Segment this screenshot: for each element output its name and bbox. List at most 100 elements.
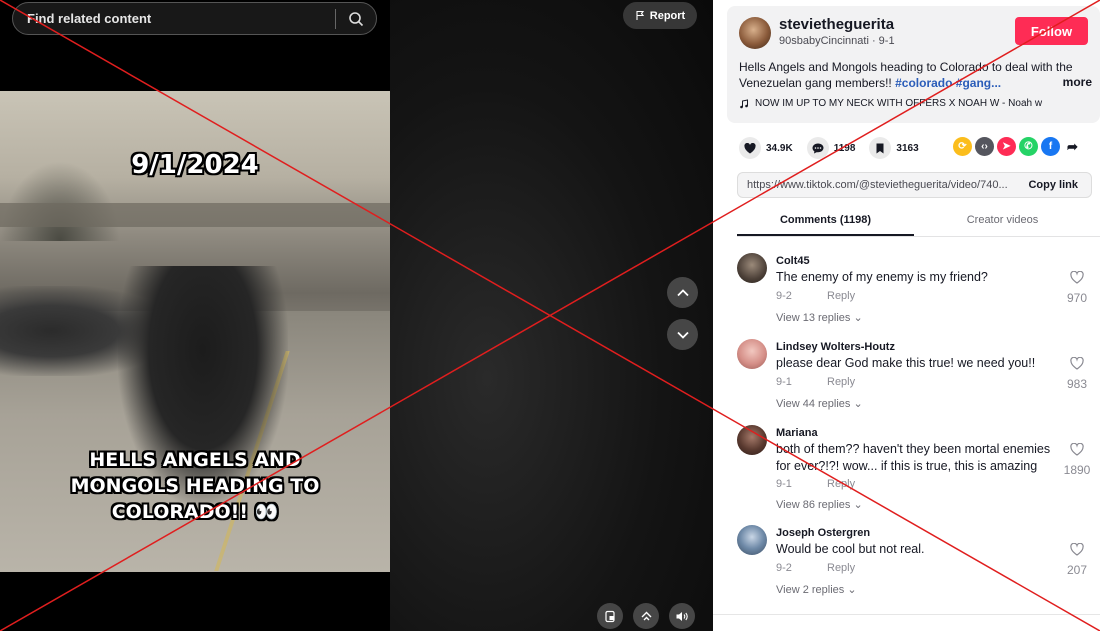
comment-count: 1198 [833,142,856,154]
save-count: 3163 [896,142,919,154]
report-button[interactable]: Report [623,2,697,29]
comment-date: 9-1 [776,376,792,388]
comment-like-count: 983 [1066,377,1088,391]
volume-button[interactable] [669,603,695,629]
follow-button[interactable]: Follow [1015,17,1088,45]
share-arrow-icon[interactable]: ➦ [1063,137,1082,156]
repost-icon[interactable]: ⟳ [953,137,972,156]
commenter-name[interactable]: Mariana [776,427,818,439]
share-buttons: ⟳ ‹› ➤ ✆ f ➦ [953,137,1082,156]
view-replies-button[interactable]: View 86 replies ⌄ [776,498,863,511]
reply-button[interactable]: Reply [827,562,855,574]
panel-tabs: Comments (1198) Creator videos [737,207,1100,237]
volume-icon [676,611,688,621]
report-label: Report [649,9,686,22]
comment-like-count: 1890 [1063,463,1091,477]
comment-date: 9-2 [776,290,792,302]
chevron-down-icon: ⌄ [853,312,863,324]
chevron-up-icon [676,288,689,296]
reply-button[interactable]: Reply [827,376,855,388]
miniplayer-icon [604,610,615,622]
comment-stat[interactable]: 1198 [806,137,856,159]
commenter-name[interactable]: Lindsey Wolters-Houtz [776,341,895,353]
heart-outline-icon [1070,356,1084,370]
flag-icon [636,10,644,20]
comment-meta: 9-1 Reply [776,376,855,388]
view-replies-button[interactable]: View 13 replies ⌄ [776,311,863,324]
commenter-avatar[interactable] [737,525,767,555]
commenter-name[interactable]: Colt45 [776,255,810,267]
heart-outline-icon [1070,270,1084,284]
comment-like-count: 207 [1066,563,1088,577]
hashtag-links[interactable]: #colorado #gang... [895,76,1001,90]
comment-meta: 9-2 Reply [776,562,855,574]
miniplayer-button[interactable] [597,603,623,629]
chevron-down-icon: ⌄ [853,499,863,511]
music-title: NOW IM UP TO MY NECK WITH OFFERS X NOAH … [755,98,1043,109]
heart-icon [739,137,761,159]
author-username[interactable]: stevietheguerita [779,16,894,33]
reply-button[interactable]: Reply [827,478,855,490]
save-stat[interactable]: 3163 [869,137,919,159]
like-count: 34.9K [766,142,793,154]
comment-text: both of them?? haven't they been mortal … [776,442,1051,473]
view-replies-button[interactable]: View 2 replies ⌄ [776,583,857,596]
commenter-avatar[interactable] [737,339,767,369]
video-headline-overlay: HELLS ANGELS AND MONGOLS HEADING TO COLO… [70,449,320,523]
engagement-stats: 34.9K 1198 3163 [739,137,933,159]
chevron-down-icon [676,331,689,339]
comment-input-bar[interactable] [713,614,1100,631]
tab-creator-videos[interactable]: Creator videos [914,207,1091,236]
reply-button[interactable]: Reply [827,290,855,302]
comment-text: Would be cool but not real. [776,542,925,556]
comment-meta: 9-2 Reply [776,290,855,302]
author-avatar[interactable] [739,17,771,49]
heart-outline-icon [1070,442,1084,456]
copy-link-row: https://www.tiktok.com/@stevietheguerita… [737,172,1092,198]
bookmark-icon [869,137,892,159]
comment-like-button[interactable]: 983 [1062,356,1092,391]
like-stat[interactable]: 34.9K [739,137,793,159]
author-subline: 90sbabyCincinnati · 9-1 [779,35,895,47]
autoscroll-button[interactable] [633,603,659,629]
tab-comments[interactable]: Comments (1198) [737,207,914,236]
embed-icon[interactable]: ‹› [975,137,994,156]
music-note-icon [740,98,748,108]
comment-like-button[interactable]: 207 [1062,542,1092,577]
search-bar[interactable]: Find related content [12,2,377,35]
search-input[interactable]: Find related content [13,11,335,26]
search-icon[interactable] [336,11,376,27]
send-icon[interactable]: ➤ [997,137,1016,156]
view-replies-label: View 13 replies [776,312,851,324]
comment-item: Lindsey Wolters-Houtz please dear God ma… [737,331,1100,417]
view-replies-label: View 86 replies [776,499,851,511]
whatsapp-icon[interactable]: ✆ [1019,137,1038,156]
music-info[interactable]: NOW IM UP TO MY NECK WITH OFFERS X NOAH … [739,98,1042,109]
comment-item: Joseph Ostergren Would be cool but not r… [737,517,1100,603]
more-button[interactable]: more [1063,75,1092,89]
view-replies-label: View 44 replies [776,398,851,410]
chevron-down-icon: ⌄ [853,398,863,410]
comment-date: 9-1 [776,478,792,490]
video-area: 9/1/2024 HELLS ANGELS AND MONGOLS HEADIN… [0,0,713,631]
commenter-name[interactable]: Joseph Ostergren [776,527,870,539]
comment-like-button[interactable]: 1890 [1062,442,1092,477]
comment-like-count: 970 [1066,291,1088,305]
heart-outline-icon [1070,542,1084,556]
view-replies-button[interactable]: View 44 replies ⌄ [776,397,863,410]
copy-link-button[interactable]: Copy link [1015,179,1091,191]
commenter-avatar[interactable] [737,253,767,283]
comment-text: please dear God make this true! we need … [776,356,1036,370]
video-bridge [0,203,390,227]
comment-icon [806,137,829,159]
comment-item: Mariana both of them?? haven't they been… [737,417,1100,517]
view-replies-label: View 2 replies [776,584,845,596]
next-video-button[interactable] [667,319,698,350]
commenter-avatar[interactable] [737,425,767,455]
chevron-down-icon: ⌄ [847,584,857,596]
comment-meta: 9-1 Reply [776,478,855,490]
comment-like-button[interactable]: 970 [1062,270,1092,305]
blurred-background [390,0,713,631]
previous-video-button[interactable] [667,277,698,308]
facebook-icon[interactable]: f [1041,137,1060,156]
